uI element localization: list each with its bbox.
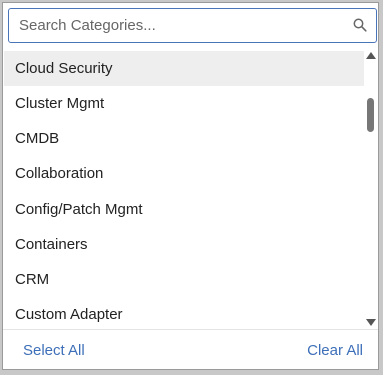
search-box[interactable] <box>8 8 377 43</box>
list-item[interactable]: Cloud Security <box>4 51 364 86</box>
clear-all-button[interactable]: Clear All <box>307 342 363 359</box>
select-all-button[interactable]: Select All <box>23 342 85 359</box>
category-picker-panel: Cloud Security Cluster Mgmt CMDB Collabo… <box>2 2 379 370</box>
list-item[interactable]: Cluster Mgmt <box>4 86 364 121</box>
list-item[interactable]: Config/Patch Mgmt <box>4 192 364 227</box>
list-item[interactable]: Custom Adapter <box>4 297 364 329</box>
list-item[interactable]: CMDB <box>4 121 364 156</box>
scroll-down-arrow-icon[interactable] <box>366 319 376 326</box>
search-icon[interactable] <box>353 18 367 32</box>
search-input[interactable] <box>19 9 339 42</box>
scrollbar-thumb[interactable] <box>367 98 374 132</box>
list-scrollbar[interactable] <box>366 49 376 329</box>
picker-footer: Select All Clear All <box>3 329 378 369</box>
list-item[interactable]: CRM <box>4 262 364 297</box>
list-item[interactable]: Collaboration <box>4 156 364 191</box>
list-item[interactable]: Containers <box>4 227 364 262</box>
scroll-up-arrow-icon[interactable] <box>366 52 376 59</box>
category-list[interactable]: Cloud Security Cluster Mgmt CMDB Collabo… <box>4 49 378 329</box>
